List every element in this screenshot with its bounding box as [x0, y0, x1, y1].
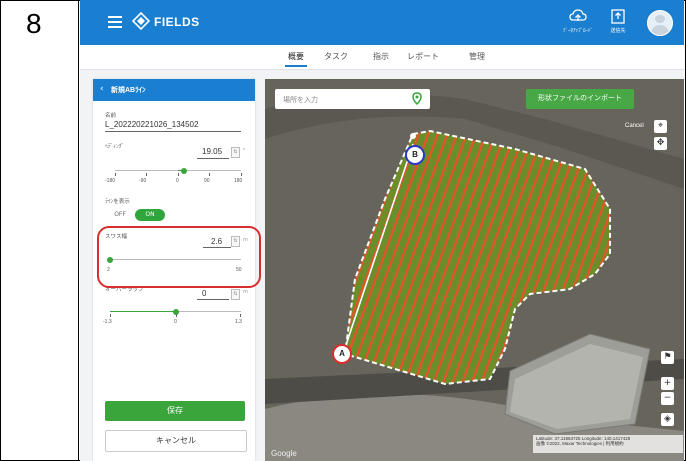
heading-slider-thumb[interactable] — [181, 167, 187, 174]
import-shapefile-button[interactable]: 形状ファイルのインポート — [526, 89, 634, 109]
zoom-in-button[interactable]: + — [661, 377, 674, 390]
data-upload-button[interactable]: ﾃﾞｰﾀｱｯﾌﾟﾛｰﾄﾞ — [558, 6, 598, 40]
heading-field[interactable]: 19.05 — [202, 147, 222, 156]
google-logo: Google — [271, 449, 297, 458]
user-avatar-icon[interactable] — [647, 10, 673, 36]
overlap-unit: m — [243, 289, 248, 295]
layers-icon[interactable]: ◈ — [661, 413, 674, 426]
zoom-out-button[interactable]: − — [661, 392, 674, 405]
measure-tool-icon[interactable]: ⌖ — [654, 120, 667, 133]
name-field[interactable]: L_202220221026_134502 — [105, 120, 198, 129]
overlap-tick-label: 0 — [174, 319, 177, 325]
overlap-spinner[interactable]: ⇅ — [231, 289, 240, 300]
heading-tick — [146, 173, 147, 176]
name-label: 名前 — [105, 113, 117, 119]
tab-overview[interactable]: 概要 — [285, 51, 307, 67]
export-button[interactable]: 送信先 — [598, 6, 638, 40]
tab-tasks[interactable]: タスク — [324, 51, 348, 62]
search-placeholder: 場所を入力 — [283, 97, 318, 104]
overlap-tick-label: -1.3 — [103, 319, 112, 325]
overlap-underline — [197, 299, 229, 300]
heading-unit: ° — [243, 148, 246, 154]
map-imagery — [265, 79, 684, 461]
map-cancel-link[interactable]: Cancel — [625, 123, 644, 129]
heading-spinner[interactable]: ⇅ — [231, 147, 240, 158]
tab-reports[interactable]: レポート — [407, 51, 439, 62]
brand-name: FIELDS — [154, 15, 200, 29]
name-underline — [105, 131, 241, 132]
step-cell: 8 — [0, 0, 79, 461]
boundary-vertex — [410, 133, 416, 139]
heading-tick-label: 0 — [176, 178, 179, 184]
data-upload-label: ﾃﾞｰﾀｱｯﾌﾟﾛｰﾄﾞ — [562, 28, 593, 34]
heading-label: ﾍﾃﾞｨﾝｸﾞ — [105, 144, 125, 150]
point-a-marker[interactable]: A — [332, 344, 352, 364]
point-b-marker[interactable]: B — [405, 145, 425, 165]
export-label: 送信先 — [610, 28, 626, 34]
heading-tick — [209, 173, 210, 176]
heading-tick-label: 90 — [204, 178, 210, 184]
flag-icon[interactable]: ⚑ — [661, 351, 674, 364]
show-line-label: ﾗｲﾝを表示 — [105, 199, 130, 205]
place-search-input[interactable]: 場所を入力 — [275, 89, 430, 109]
map-attribution: 画像 ©2022, Maxar Technologies | 利用規約 — [536, 441, 624, 446]
show-line-toggle[interactable]: OFF ON — [105, 209, 175, 221]
menu-icon[interactable] — [108, 16, 122, 28]
overlap-tick-label: 1.3 — [235, 319, 242, 325]
step-number: 8 — [26, 8, 42, 39]
back-chevron-icon[interactable]: ‹ — [100, 84, 104, 94]
heading-tick-label: -180 — [105, 178, 116, 184]
heading-tick — [115, 173, 116, 176]
cancel-button[interactable]: キャンセル — [105, 430, 247, 452]
move-icon[interactable]: ✥ — [654, 137, 667, 150]
toggle-on-option[interactable]: ON — [135, 209, 165, 221]
panel-header: ‹ 新規ABﾗｲﾝ — [93, 79, 255, 101]
heading-tick-label: 180 — [234, 178, 243, 184]
toggle-off-option[interactable]: OFF — [105, 209, 135, 221]
overlap-tick — [110, 314, 111, 317]
coordinates-readout: Latitude: 37.11963725 Longitude: 140.141… — [533, 435, 683, 453]
fields-logo-icon — [132, 12, 150, 30]
overlap-slider-fill — [110, 311, 176, 312]
panel-title: 新規ABﾗｲﾝ — [111, 87, 146, 94]
tab-instructions[interactable]: 指示 — [373, 51, 389, 62]
overlap-tick — [176, 314, 177, 317]
nav-tabs: 概要 タスク 指示 レポート 管理 — [80, 45, 684, 70]
save-button[interactable]: 保存 — [105, 401, 245, 421]
heading-tick — [178, 173, 179, 176]
overlap-tick — [240, 314, 241, 317]
heading-underline — [197, 158, 229, 159]
top-bar: FIELDS ﾃﾞｰﾀｱｯﾌﾟﾛｰﾄﾞ 送信先 — [80, 0, 684, 45]
satellite-map[interactable]: 場所を入力 形状ファイルのインポート Cancel ⌖ ✥ B A ⚑ + − … — [265, 79, 684, 461]
export-icon — [611, 9, 625, 24]
heading-tick — [241, 173, 242, 176]
tab-admin[interactable]: 管理 — [469, 51, 485, 62]
heading-tick-label: -90 — [139, 178, 147, 184]
swath-width-highlight — [97, 226, 261, 288]
cloud-upload-icon — [569, 9, 587, 21]
location-pin-icon[interactable] — [410, 92, 424, 106]
overlap-field[interactable]: 0 — [202, 289, 206, 298]
